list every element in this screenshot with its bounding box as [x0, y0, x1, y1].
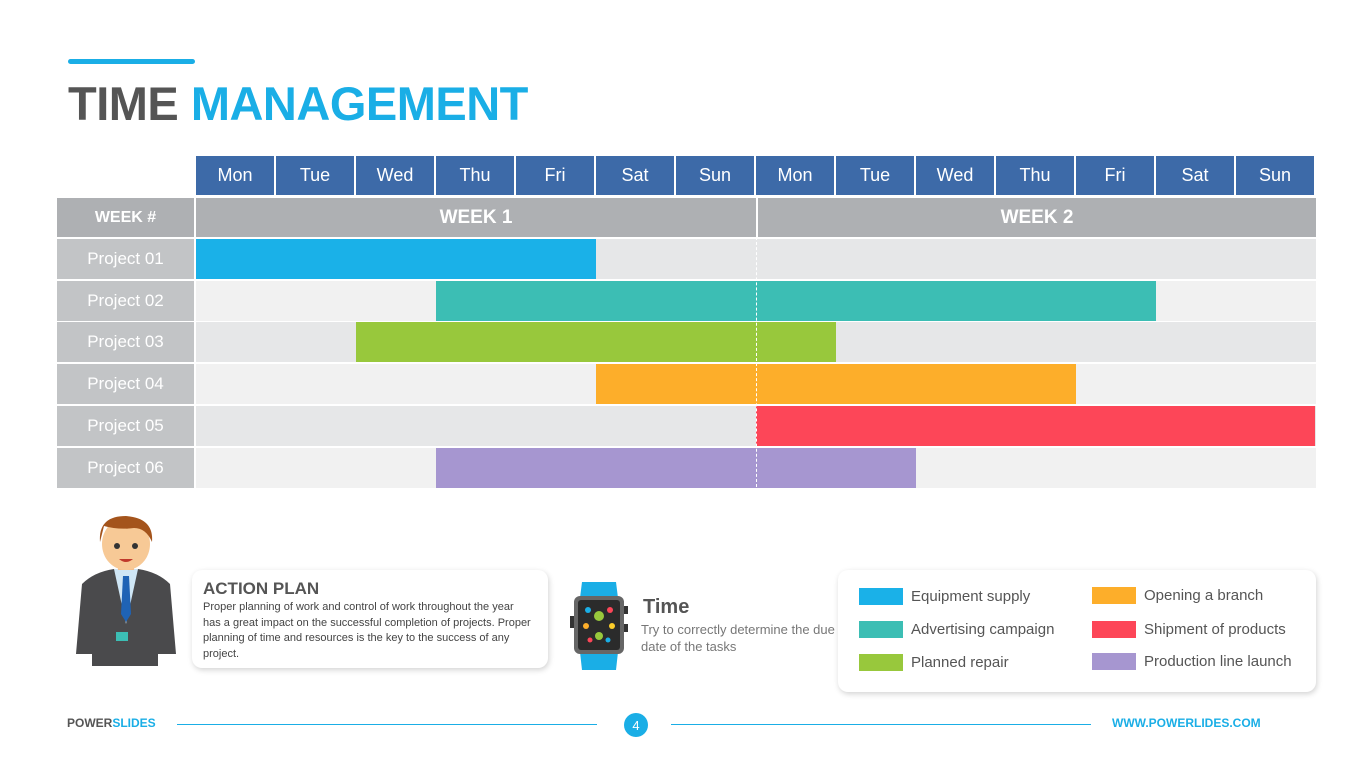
- project-bar[interactable]: [436, 447, 916, 488]
- day-header-cell: Tue: [276, 156, 356, 195]
- footer-line-left: [177, 724, 597, 725]
- legend-item: Planned repair: [859, 654, 1009, 671]
- action-plan-title: ACTION PLAN: [203, 579, 320, 598]
- day-header-cell: Wed: [916, 156, 996, 195]
- time-text: Try to correctly determine the due date …: [641, 622, 835, 654]
- brand-logo: POWERSLIDES: [67, 716, 156, 730]
- project-label: Project 01: [57, 239, 196, 279]
- legend-label: Equipment supply: [911, 588, 1031, 605]
- week-2: WEEK 2: [756, 198, 1316, 237]
- project-row: Project 04: [57, 364, 1317, 405]
- day-header-cell: Wed: [356, 156, 436, 195]
- day-header-cell: Thu: [436, 156, 516, 195]
- page-title: TIME MANAGEMENT: [68, 77, 528, 130]
- project-bar[interactable]: [436, 280, 1156, 321]
- day-header: Mon Tue Wed Thu Fri Sat Sun Mon Tue Wed Thu Fri Sat S…: [196, 156, 1316, 195]
- legend-label: Production line launch: [1144, 653, 1292, 670]
- day-header-cell: Mon: [196, 156, 276, 195]
- legend-swatch: [859, 654, 903, 671]
- day-header-cell: Sat: [596, 156, 676, 195]
- day-header-cell: Tue: [836, 156, 916, 195]
- businessman-illustration: [76, 516, 176, 666]
- legend-item: Equipment supply: [859, 588, 1030, 605]
- project-row: Project 01: [57, 239, 1317, 279]
- day-header-cell: Sat: [1156, 156, 1236, 195]
- legend-label: Planned repair: [911, 654, 1009, 671]
- legend-item: Production line launch: [1092, 653, 1292, 670]
- day-header-cell: Fri: [516, 156, 596, 195]
- gantt-chart: Mon Tue Wed Thu Fri Sat Sun Mon Tue Wed Thu Fri Sat S…: [57, 156, 1317, 488]
- project-bar[interactable]: [356, 322, 836, 363]
- project-row: Project 06: [57, 447, 1317, 488]
- project-label: Project 03: [57, 322, 196, 363]
- project-bar[interactable]: [596, 364, 1076, 405]
- project-label: Project 05: [57, 405, 196, 446]
- legend-label: Shipment of products: [1144, 621, 1286, 638]
- day-header-cell: Fri: [1076, 156, 1156, 195]
- week-1: WEEK 1: [196, 198, 756, 237]
- week-divider: [756, 237, 757, 487]
- project-row: Project 02: [57, 280, 1317, 321]
- website-link[interactable]: WWW.POWERLIDES.COM: [1112, 716, 1261, 730]
- legend-swatch: [859, 621, 903, 638]
- legend-item: Opening a branch: [1092, 587, 1263, 604]
- project-bar[interactable]: [756, 405, 1315, 446]
- legend-label: Opening a branch: [1144, 587, 1264, 604]
- legend-item: Advertising campaign: [859, 621, 1054, 638]
- legend-item: Shipment of products: [1092, 621, 1286, 638]
- project-label: Project 02: [57, 280, 196, 321]
- project-row: Project 03: [57, 322, 1317, 363]
- day-header-cell: Sun: [1236, 156, 1316, 195]
- project-label: Project 06: [57, 447, 196, 488]
- footer-line-right: [671, 724, 1091, 725]
- legend-swatch: [859, 588, 903, 605]
- time-title: Time: [643, 596, 690, 618]
- project-bar[interactable]: [196, 239, 596, 279]
- project-row: Project 05: [57, 405, 1317, 446]
- title-accent-bar: [68, 59, 195, 64]
- legend-label: Advertising campaign: [911, 621, 1055, 638]
- page-number: 4: [624, 713, 648, 737]
- day-header-cell: Sun: [676, 156, 756, 195]
- day-header-cell: Thu: [996, 156, 1076, 195]
- legend-swatch: [1092, 587, 1136, 604]
- project-label: Project 04: [57, 364, 196, 405]
- action-plan-text: Proper planning of work and control of w…: [203, 601, 531, 660]
- smartwatch-icon: [570, 582, 628, 670]
- legend-swatch: [1092, 653, 1136, 670]
- week-row: WEEK # WEEK 1 WEEK 2: [57, 198, 1317, 237]
- week-label: WEEK #: [57, 198, 196, 237]
- day-header-cell: Mon: [756, 156, 836, 195]
- legend-swatch: [1092, 621, 1136, 638]
